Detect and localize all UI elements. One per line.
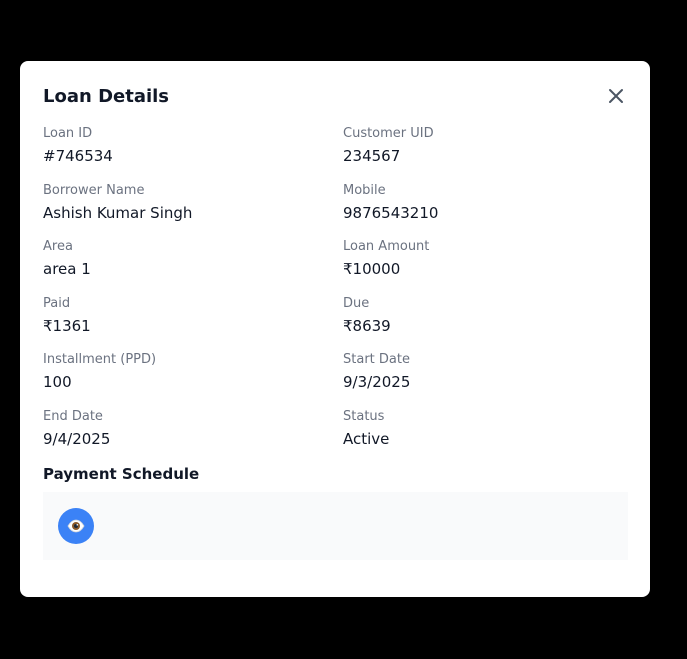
field-label: Mobile: [343, 182, 386, 198]
field-label: Loan Amount: [343, 239, 430, 254]
status-value: Active: [343, 429, 390, 448]
payment-schedule-title: Payment Schedule: [43, 465, 200, 483]
field-label: Start Date: [343, 352, 410, 367]
field-installment: Installment (PPD) 100: [43, 351, 343, 408]
field-due: Due ₹8639: [343, 295, 628, 352]
field-label: Due: [343, 295, 370, 311]
payment-schedule-panel: [43, 492, 628, 560]
field-label: Area: [43, 239, 73, 254]
field-status: Status Active: [343, 408, 628, 465]
field-borrower-name: Borrower Name Ashish Kumar Singh: [43, 182, 343, 239]
field-label: Installment (PPD): [43, 352, 157, 367]
modal-title: Loan Details: [43, 86, 170, 107]
field-end-date: End Date 9/4/2025: [43, 408, 343, 465]
field-value: 234567: [343, 147, 401, 165]
close-button[interactable]: [605, 85, 627, 107]
field-value: ₹10000: [343, 260, 401, 278]
field-value: 9/4/2025: [43, 429, 111, 448]
view-schedule-button[interactable]: [58, 508, 94, 544]
field-label: Paid: [43, 295, 71, 311]
field-mobile: Mobile 9876543210: [343, 182, 628, 239]
field-label: Status: [343, 408, 385, 424]
loan-details-modal: Loan Details Loan ID #746534 Customer UI…: [20, 61, 650, 597]
field-loan-amount: Loan Amount ₹10000: [343, 238, 628, 295]
field-label: Loan ID: [43, 126, 93, 141]
close-icon: [609, 89, 623, 103]
field-value: 9/3/2025: [343, 373, 411, 391]
field-loan-id: Loan ID #746534: [43, 125, 343, 182]
field-value: area 1: [43, 260, 91, 278]
field-customer-uid: Customer UID 234567: [343, 125, 628, 182]
field-label: Customer UID: [343, 126, 434, 141]
field-value: 9876543210: [343, 203, 439, 222]
details-grid: Loan ID #746534 Customer UID 234567 Borr…: [43, 125, 628, 464]
field-value: ₹8639: [343, 316, 391, 335]
field-label: End Date: [43, 408, 103, 424]
field-value: #746534: [43, 147, 113, 165]
field-value: ₹1361: [43, 316, 91, 335]
field-start-date: Start Date 9/3/2025: [343, 351, 628, 408]
field-label: Borrower Name: [43, 182, 145, 198]
field-area: Area area 1: [43, 238, 343, 295]
field-paid: Paid ₹1361: [43, 295, 343, 352]
field-value: Ashish Kumar Singh: [43, 203, 193, 222]
field-value: 100: [43, 373, 72, 391]
eye-icon: [67, 519, 85, 533]
